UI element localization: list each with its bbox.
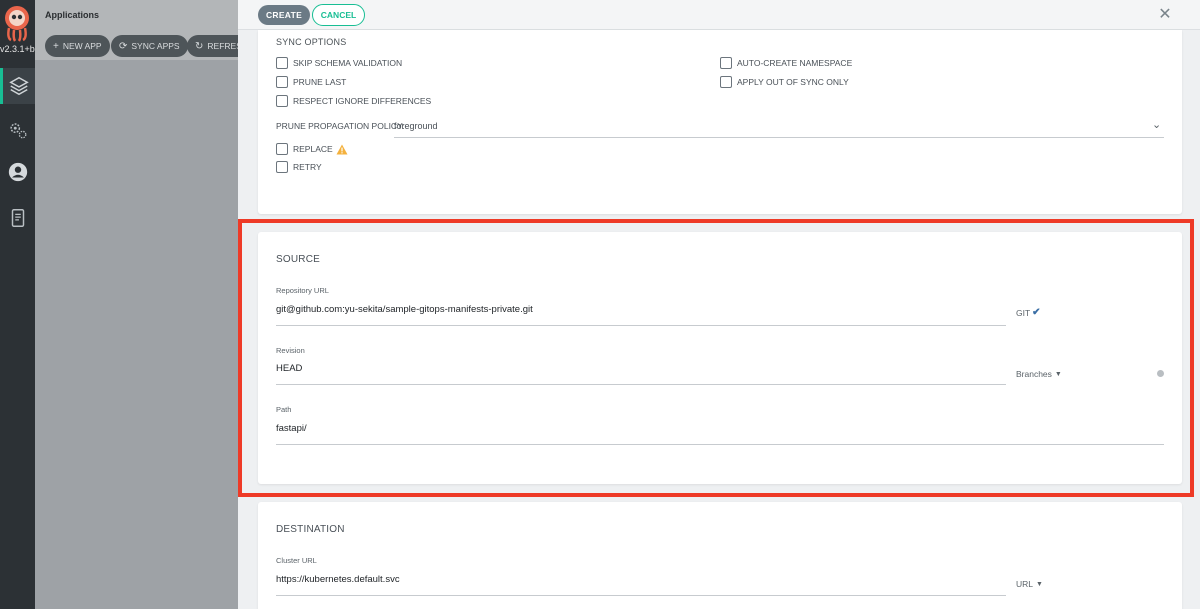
new-app-label: NEW APP xyxy=(62,41,102,51)
docs-icon xyxy=(11,209,24,227)
source-highlight-box xyxy=(238,219,1194,497)
version-label: v2.3.1+b xyxy=(0,44,35,54)
create-button[interactable]: CREATE xyxy=(258,5,310,25)
checkbox[interactable] xyxy=(276,161,288,173)
layers-icon xyxy=(9,76,29,96)
option-label: PRUNE LAST xyxy=(293,77,347,87)
checkbox[interactable] xyxy=(720,76,732,88)
gears-icon xyxy=(9,123,26,139)
option-label: AUTO-CREATE NAMESPACE xyxy=(737,58,853,68)
sync-options-card: SYNC OPTIONS SKIP SCHEMA VALIDATION PRUN… xyxy=(258,30,1182,214)
checkbox[interactable] xyxy=(276,57,288,69)
top-bar: Applications + NEW APP ⟳ SYNC APPS ↻ REF… xyxy=(35,0,257,60)
sync-options-title: SYNC OPTIONS xyxy=(276,37,347,47)
cancel-button[interactable]: CANCEL xyxy=(312,4,365,26)
prune-policy-underline xyxy=(394,137,1164,138)
nav-rail: v2.3.1+b xyxy=(0,0,35,609)
prune-policy-select[interactable]: foreground xyxy=(394,121,438,131)
new-app-button[interactable]: + NEW APP xyxy=(45,35,110,57)
close-icon[interactable]: ✕ xyxy=(1156,6,1174,24)
cluster-type-dropdown[interactable]: URL ▼ xyxy=(1016,579,1043,589)
user-icon xyxy=(8,162,27,182)
sync-icon: ⟳ xyxy=(119,40,128,52)
refresh-icon: ↻ xyxy=(195,40,204,52)
destination-card: DESTINATION Cluster URL https://kubernet… xyxy=(258,502,1182,609)
option-label: APPLY OUT OF SYNC ONLY xyxy=(737,77,849,87)
option-label: RETRY xyxy=(293,162,322,172)
option-apply-out-of-sync-only[interactable]: APPLY OUT OF SYNC ONLY xyxy=(720,76,849,88)
option-respect-ignore-differences[interactable]: RESPECT IGNORE DIFFERENCES xyxy=(276,95,431,107)
option-retry[interactable]: RETRY xyxy=(276,161,322,173)
destination-title: DESTINATION xyxy=(276,524,345,535)
page-title: Applications xyxy=(45,10,100,20)
option-label: RESPECT IGNORE DIFFERENCES xyxy=(293,96,432,106)
chevron-down-icon[interactable]: ⌄ xyxy=(1152,118,1161,131)
prune-policy-label: PRUNE PROPAGATION POLICY: xyxy=(276,121,405,131)
nav-settings[interactable] xyxy=(0,112,35,148)
checkbox[interactable] xyxy=(276,95,288,107)
warning-icon xyxy=(336,144,348,154)
caret-down-icon: ▼ xyxy=(1036,580,1043,588)
cluster-type-label: URL xyxy=(1016,579,1034,589)
sync-apps-button[interactable]: ⟳ SYNC APPS xyxy=(111,35,188,57)
option-label: REPLACE xyxy=(293,144,333,154)
sync-apps-label: SYNC APPS xyxy=(131,41,180,51)
option-label: SKIP SCHEMA VALIDATION xyxy=(293,58,403,68)
plus-icon: + xyxy=(53,40,59,52)
option-prune-last[interactable]: PRUNE LAST xyxy=(276,76,346,88)
checkbox[interactable] xyxy=(276,76,288,88)
checkbox[interactable] xyxy=(720,57,732,69)
nav-docs[interactable] xyxy=(0,200,35,236)
applications-page-dimmed: Applications + NEW APP ⟳ SYNC APPS ↻ REF… xyxy=(35,0,257,609)
panel-header: CREATE CANCEL ✕ xyxy=(238,0,1200,30)
nav-applications[interactable] xyxy=(0,68,35,104)
argo-logo-icon[interactable] xyxy=(3,4,31,42)
option-auto-create-namespace[interactable]: AUTO-CREATE NAMESPACE xyxy=(720,57,852,69)
cluster-url-underline xyxy=(276,595,1006,596)
cluster-url-label: Cluster URL xyxy=(276,556,317,565)
option-replace[interactable]: REPLACE xyxy=(276,143,348,155)
cluster-url-input[interactable]: https://kubernetes.default.svc xyxy=(276,574,400,585)
option-skip-schema-validation[interactable]: SKIP SCHEMA VALIDATION xyxy=(276,57,402,69)
nav-user-info[interactable] xyxy=(0,154,35,190)
checkbox[interactable] xyxy=(276,143,288,155)
